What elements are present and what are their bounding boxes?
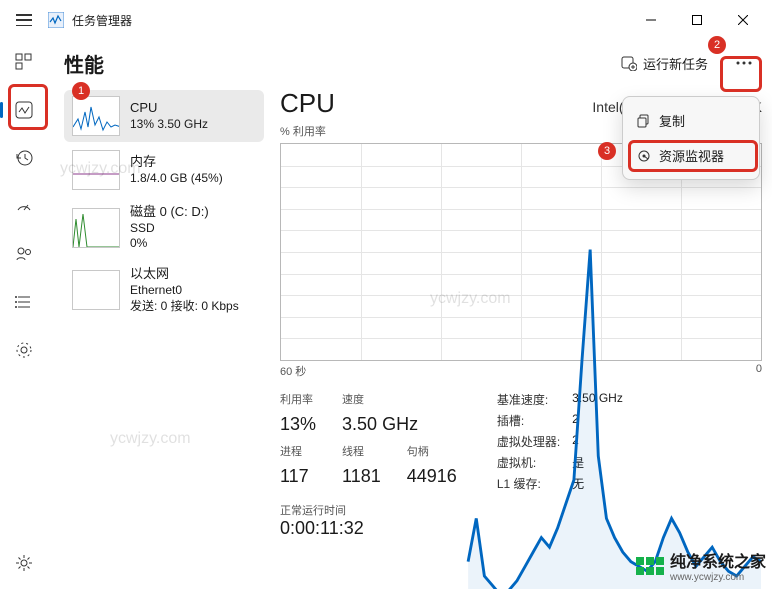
run-new-task-button[interactable]: 运行新任务 — [611, 48, 718, 79]
perf-sub2: 0% — [130, 236, 209, 252]
grid-icon — [15, 53, 33, 71]
performance-list: CPU13% 3.50 GHz 内存1.8/4.0 GB (45%) 磁盘 0 … — [64, 86, 264, 589]
perf-sub: 13% 3.50 GHz — [130, 117, 208, 133]
perf-item-ethernet[interactable]: 以太网Ethernet0发送: 0 接收: 0 Kbps — [64, 260, 264, 320]
nav-app-history[interactable] — [4, 140, 44, 176]
cpu-line — [281, 144, 761, 589]
run-task-icon — [621, 55, 637, 71]
page-title: 性能 — [64, 49, 104, 78]
brand-logo: 纯净系统之家www.ycwjzy.com — [636, 548, 766, 583]
users-icon — [15, 245, 33, 263]
ethernet-thumbnail — [72, 270, 120, 310]
perf-sub: SSD — [130, 221, 209, 237]
list-icon — [15, 293, 33, 311]
perf-sub2: 发送: 0 接收: 0 Kbps — [130, 299, 239, 315]
menu-resource-monitor[interactable]: 资源监视器 — [629, 138, 753, 173]
cpu-thumbnail — [72, 96, 120, 136]
minimize-icon — [646, 15, 656, 25]
hamburger-icon — [16, 14, 32, 26]
nav-startup[interactable] — [4, 188, 44, 224]
more-button[interactable] — [726, 47, 762, 79]
more-icon — [736, 61, 752, 65]
history-icon — [15, 149, 33, 167]
run-new-task-label: 运行新任务 — [643, 54, 708, 73]
minimize-button[interactable] — [628, 0, 674, 40]
perf-sub: Ethernet0 — [130, 283, 239, 299]
nav-rail — [0, 40, 48, 589]
perf-item-disk[interactable]: 磁盘 0 (C: D:)SSD0% — [64, 198, 264, 258]
maximize-icon — [692, 15, 702, 25]
perf-sub: 1.8/4.0 GB (45%) — [130, 171, 223, 187]
services-icon — [15, 341, 33, 359]
nav-users[interactable] — [4, 236, 44, 272]
brand-logo-icon — [636, 557, 664, 575]
perf-item-memory[interactable]: 内存1.8/4.0 GB (45%) — [64, 144, 264, 196]
nav-details[interactable] — [4, 284, 44, 320]
close-icon — [738, 15, 748, 25]
brand-name: 纯净系统之家 — [670, 554, 766, 571]
nav-processes[interactable] — [4, 44, 44, 80]
memory-thumbnail — [72, 150, 120, 190]
menu-copy-label: 复制 — [659, 111, 685, 130]
disk-thumbnail — [72, 208, 120, 248]
context-menu: 复制 资源监视器 — [622, 96, 760, 180]
nav-services[interactable] — [4, 332, 44, 368]
gauge-icon — [15, 197, 33, 215]
close-button[interactable] — [720, 0, 766, 40]
perf-item-cpu[interactable]: CPU13% 3.50 GHz — [64, 90, 264, 142]
app-icon — [48, 12, 64, 28]
monitor-icon — [637, 149, 651, 163]
perf-label: 内存 — [130, 154, 223, 171]
nav-performance[interactable] — [4, 92, 44, 128]
brand-url: www.ycwjzy.com — [670, 572, 766, 583]
activity-icon — [15, 101, 33, 119]
copy-icon — [637, 114, 651, 128]
perf-label: 磁盘 0 (C: D:) — [130, 204, 209, 221]
detail-title: CPU — [280, 88, 335, 119]
gear-icon — [15, 554, 33, 572]
menu-copy[interactable]: 复制 — [629, 103, 753, 138]
menu-resmon-label: 资源监视器 — [659, 146, 724, 165]
window-title: 任务管理器 — [72, 12, 628, 29]
nav-settings[interactable] — [4, 545, 44, 581]
maximize-button[interactable] — [674, 0, 720, 40]
perf-label: CPU — [130, 100, 208, 117]
perf-label: 以太网 — [130, 266, 239, 283]
hamburger-menu[interactable] — [0, 0, 48, 40]
